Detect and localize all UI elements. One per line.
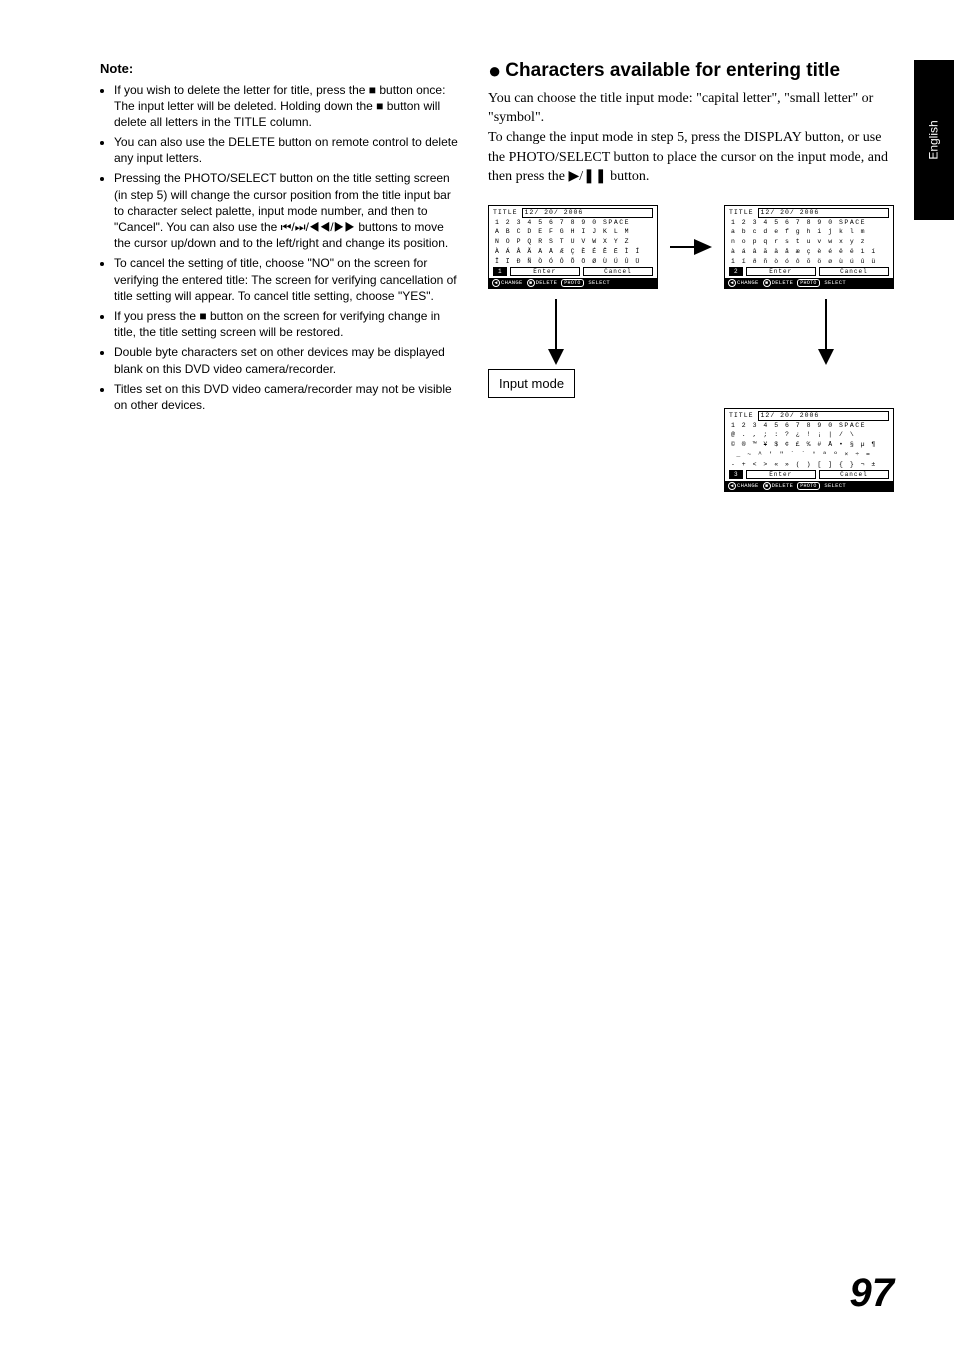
note-item: If you wish to delete the letter for tit… bbox=[114, 82, 458, 131]
input-mode-indicator: 1 bbox=[493, 267, 507, 276]
right-column: ● Characters available for entering titl… bbox=[488, 60, 894, 492]
section-heading: ● Characters available for entering titl… bbox=[488, 60, 894, 83]
screen-symbol: TITLE 12/ 20/ 2006 1 2 3 4 5 6 7 8 9 0 S… bbox=[724, 408, 894, 492]
note-column: Note: If you wish to delete the letter f… bbox=[100, 60, 458, 492]
screen-lowercase: TITLE 12/ 20/ 2006 1 2 3 4 5 6 7 8 9 0 S… bbox=[724, 205, 894, 289]
note-list: If you wish to delete the letter for tit… bbox=[100, 82, 458, 414]
screen-uppercase: TITLE 12/ 20/ 2006 1 2 3 4 5 6 7 8 9 0 S… bbox=[488, 205, 658, 289]
note-item: Double byte characters set on other devi… bbox=[114, 344, 458, 376]
note-item: If you press the ■ button on the screen … bbox=[114, 308, 458, 340]
arrow-right-icon bbox=[670, 239, 712, 255]
note-item: Titles set on this DVD video camera/reco… bbox=[114, 381, 458, 413]
bullet-icon: ● bbox=[488, 60, 501, 83]
note-heading: Note: bbox=[100, 60, 458, 78]
input-mode-label: Input mode bbox=[488, 369, 575, 398]
note-item: You can also use the DELETE button on re… bbox=[114, 134, 458, 166]
input-mode-indicator: 2 bbox=[729, 267, 743, 276]
arrow-down-icon bbox=[548, 299, 564, 365]
language-tab: English bbox=[914, 60, 954, 220]
page-number: 97 bbox=[850, 1271, 895, 1316]
arrow-down-icon bbox=[818, 299, 834, 365]
section-body: You can choose the title input mode: "ca… bbox=[488, 89, 894, 187]
diagram: TITLE 12/ 20/ 2006 1 2 3 4 5 6 7 8 9 0 S… bbox=[488, 205, 894, 492]
input-mode-indicator: 3 bbox=[729, 470, 743, 479]
note-item: To cancel the setting of title, choose "… bbox=[114, 255, 458, 304]
note-item: Pressing the PHOTO/SELECT button on the … bbox=[114, 170, 458, 251]
